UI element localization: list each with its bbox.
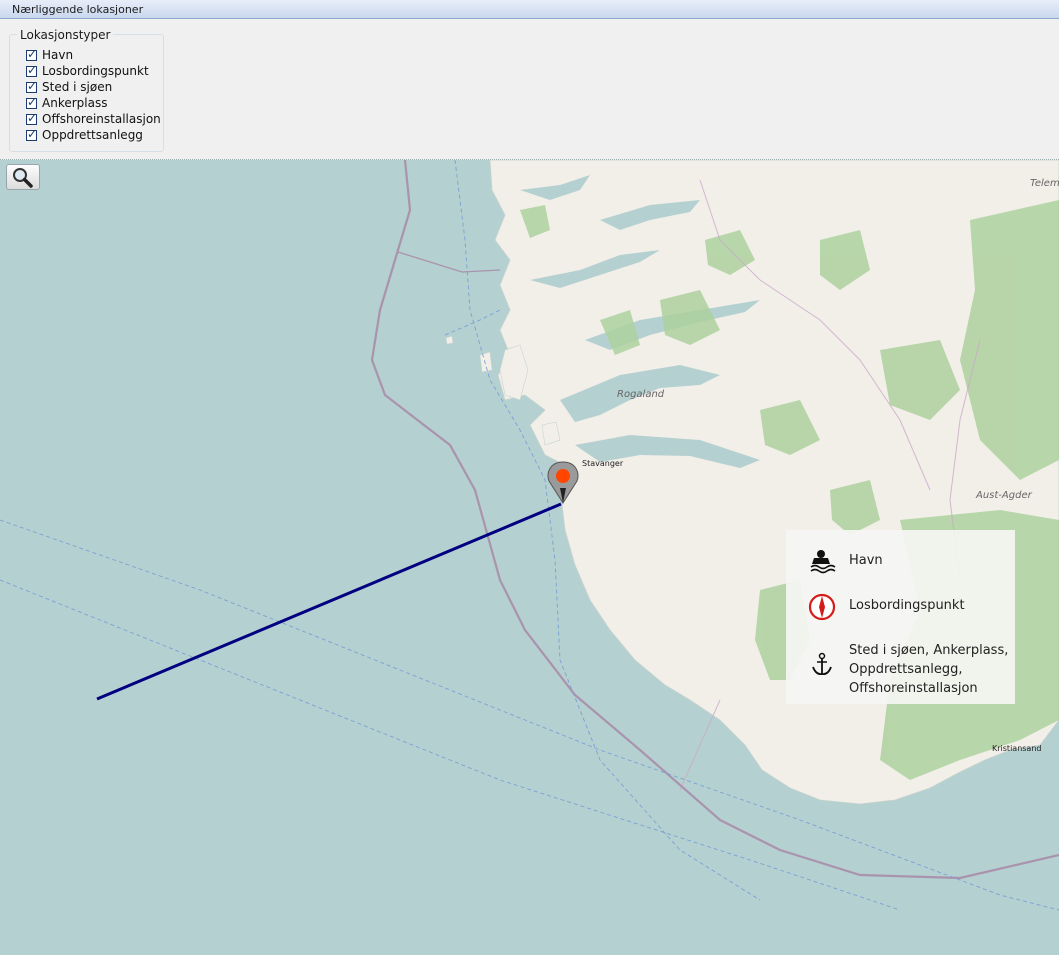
legend-label-other: Sted i sjøen, Ankerplass, Oppdrettsanleg… — [849, 641, 1008, 698]
map-label-rogaland: Rogaland — [617, 389, 665, 400]
checkbox-label: Sted i sjøen — [42, 80, 113, 94]
checkbox-box[interactable] — [26, 127, 37, 141]
checkbox-box[interactable] — [26, 95, 37, 109]
legend-label-losbordingspunkt: Losbordingspunkt — [849, 598, 965, 613]
checkbox-label: Losbordingspunkt — [42, 64, 149, 78]
checkbox-box[interactable] — [26, 111, 37, 125]
legend-label-line: Oppdrettsanlegg, — [849, 662, 963, 677]
map-view[interactable]: Rogaland Aust-Agder Telem Stavanger Kris… — [0, 159, 1059, 955]
legend-label-havn: Havn — [849, 553, 883, 568]
checkbox-label: Havn — [42, 48, 74, 62]
checkbox-box[interactable] — [26, 47, 37, 61]
checkbox-sted-i-sjoen[interactable]: Sted i sjøen — [26, 79, 112, 95]
magnifier-icon — [13, 168, 33, 188]
zoom-button[interactable] — [6, 164, 40, 190]
checkbox-box[interactable] — [26, 63, 37, 77]
map-label-telem: Telem — [1030, 178, 1059, 189]
anchor-icon — [812, 652, 832, 676]
map-label-aust-agder: Aust-Agder — [976, 490, 1032, 501]
checkbox-oppdrettsanlegg[interactable]: Oppdrettsanlegg — [26, 127, 143, 143]
map-label-stavanger: Stavanger — [582, 459, 624, 468]
checkbox-label: Ankerplass — [42, 96, 108, 110]
harbor-icon — [810, 550, 836, 574]
checkbox-offshoreinstallasjon[interactable]: Offshoreinstallasjon — [26, 111, 161, 127]
checkbox-label: Oppdrettsanlegg — [42, 128, 143, 142]
checkbox-label: Offshoreinstallasjon — [42, 112, 161, 126]
legend-label-line: Sted i sjøen, Ankerplass, — [849, 643, 1009, 658]
legend-label-line: Offshoreinstallasjon — [849, 681, 978, 696]
compass-icon — [808, 593, 836, 621]
window-title: Nærliggende lokasjoner — [12, 3, 144, 16]
checkbox-box[interactable] — [26, 79, 37, 93]
checkbox-havn[interactable]: Havn — [26, 47, 73, 63]
map-legend: Havn Losbordingspunkt Sted i sjøen, Anke… — [786, 530, 1015, 704]
checkbox-ankerplass[interactable]: Ankerplass — [26, 95, 107, 111]
map-label-kristiansand: Kristiansand — [992, 744, 1042, 753]
checkbox-losbordingspunkt[interactable]: Losbordingspunkt — [26, 63, 149, 79]
window-titlebar: Nærliggende lokasjoner — [0, 0, 1059, 19]
location-types-group-label: Lokasjonstyper — [17, 28, 114, 42]
